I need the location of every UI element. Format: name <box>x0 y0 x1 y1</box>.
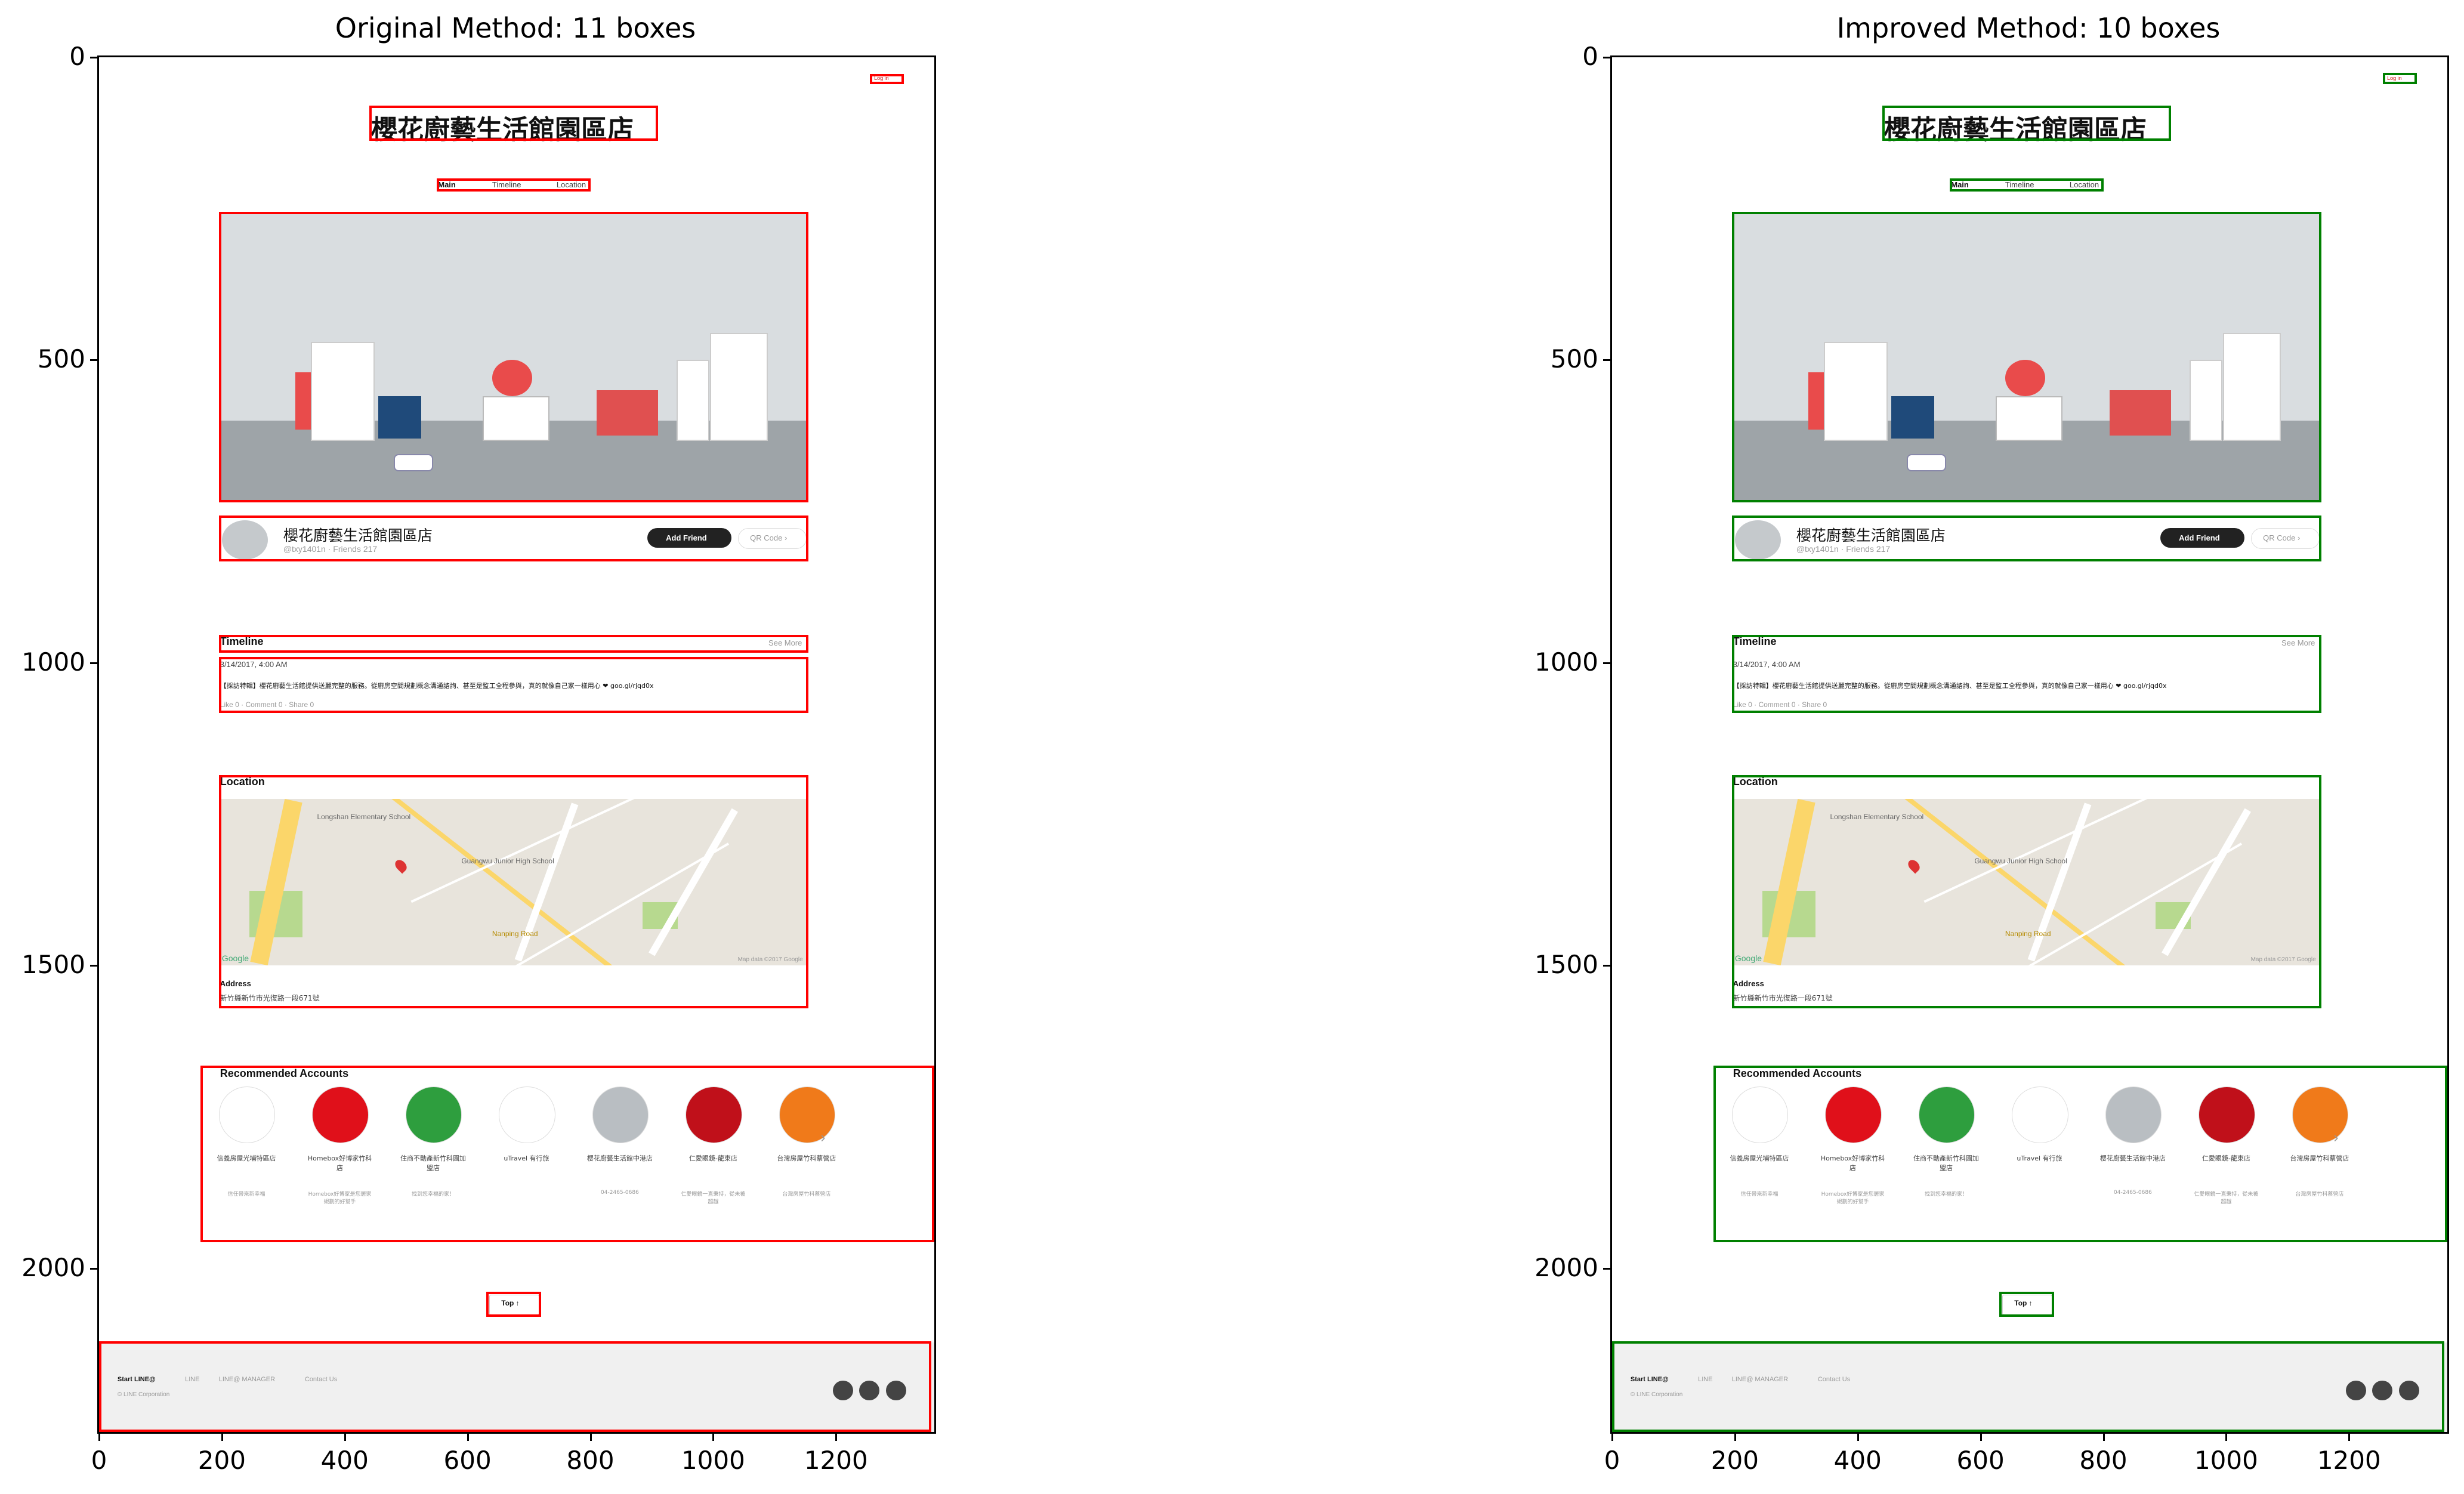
x-tick-label: 600 <box>1956 1446 2005 1475</box>
x-tick-mark <box>98 1434 100 1441</box>
axes-original: Log in 櫻花廚藝生活館園區店 Main Timeline Location… <box>97 55 936 1434</box>
x-tick-label: 800 <box>2079 1446 2128 1475</box>
x-tick-mark <box>2225 1434 2228 1441</box>
y-tick-mark <box>1603 57 1610 58</box>
detection-box <box>1882 106 2171 141</box>
detection-box <box>99 1341 931 1432</box>
detection-box <box>1999 1291 2055 1317</box>
panel-title-original: Original Method: 11 boxes <box>335 12 696 44</box>
detection-box <box>1731 774 2321 1008</box>
y-tick-label: 2000 <box>1534 1252 1598 1282</box>
detection-box <box>1713 1065 2447 1243</box>
x-tick-label: 0 <box>91 1446 107 1475</box>
y-tick-label: 500 <box>37 344 85 374</box>
x-tick-label: 800 <box>566 1446 615 1475</box>
x-tick-label: 1000 <box>2194 1446 2258 1475</box>
detection-box <box>218 635 808 653</box>
x-tick-label: 600 <box>443 1446 492 1475</box>
y-tick-label: 1000 <box>21 647 85 677</box>
y-tick-mark <box>90 57 97 58</box>
x-tick-label: 0 <box>1604 1446 1620 1475</box>
x-tick-label: 200 <box>1710 1446 1759 1475</box>
x-tick-mark <box>1980 1434 1982 1441</box>
axes-improved: Log in 櫻花廚藝生活館園區店 Main Timeline Location… <box>1610 55 2449 1434</box>
detection-box <box>1731 211 2321 502</box>
x-tick-mark <box>467 1434 469 1441</box>
x-tick-label: 200 <box>197 1446 246 1475</box>
x-tick-mark <box>589 1434 592 1441</box>
detection-box <box>369 106 658 141</box>
y-tick-label: 1000 <box>1534 647 1598 677</box>
detection-box <box>2382 73 2417 84</box>
y-tick-mark <box>1603 965 1610 967</box>
y-tick-mark <box>90 662 97 664</box>
x-tick-label: 400 <box>320 1446 369 1475</box>
y-tick-label: 2000 <box>21 1252 85 1282</box>
detection-box <box>1612 1341 2444 1432</box>
detection-box <box>1731 516 2321 562</box>
x-tick-mark <box>835 1434 838 1441</box>
detection-box <box>218 516 808 562</box>
detection-box <box>218 774 808 1008</box>
x-tick-mark <box>221 1434 223 1441</box>
y-tick-mark <box>1603 662 1610 664</box>
x-tick-mark <box>712 1434 715 1441</box>
detection-box <box>437 178 591 192</box>
y-tick-label: 500 <box>1550 344 1598 374</box>
y-tick-label: 1500 <box>1534 950 1598 980</box>
x-tick-mark <box>2348 1434 2351 1441</box>
x-tick-mark <box>2102 1434 2105 1441</box>
detection-box <box>1731 635 2321 714</box>
y-tick-mark <box>90 965 97 967</box>
x-tick-label: 400 <box>1833 1446 1882 1475</box>
y-tick-mark <box>90 1267 97 1270</box>
y-tick-mark <box>90 359 97 362</box>
x-tick-mark <box>344 1434 346 1441</box>
x-tick-mark <box>1611 1434 1613 1441</box>
panel-title-improved: Improved Method: 10 boxes <box>1836 12 2221 44</box>
x-tick-label: 1200 <box>2317 1446 2381 1475</box>
detection-box <box>218 211 808 502</box>
y-tick-mark <box>1603 359 1610 362</box>
x-tick-label: 1000 <box>681 1446 745 1475</box>
detection-box <box>1950 178 2104 192</box>
y-tick-label: 0 <box>69 42 85 71</box>
x-tick-mark <box>1857 1434 1859 1441</box>
y-tick-label: 1500 <box>21 950 85 980</box>
y-tick-mark <box>1603 1267 1610 1270</box>
detection-box <box>218 656 808 714</box>
detection-box <box>200 1065 934 1243</box>
detection-box <box>869 74 904 84</box>
x-tick-mark <box>1734 1434 1736 1441</box>
y-tick-label: 0 <box>1582 42 1598 71</box>
x-tick-label: 1200 <box>804 1446 868 1475</box>
detection-box <box>486 1291 542 1317</box>
